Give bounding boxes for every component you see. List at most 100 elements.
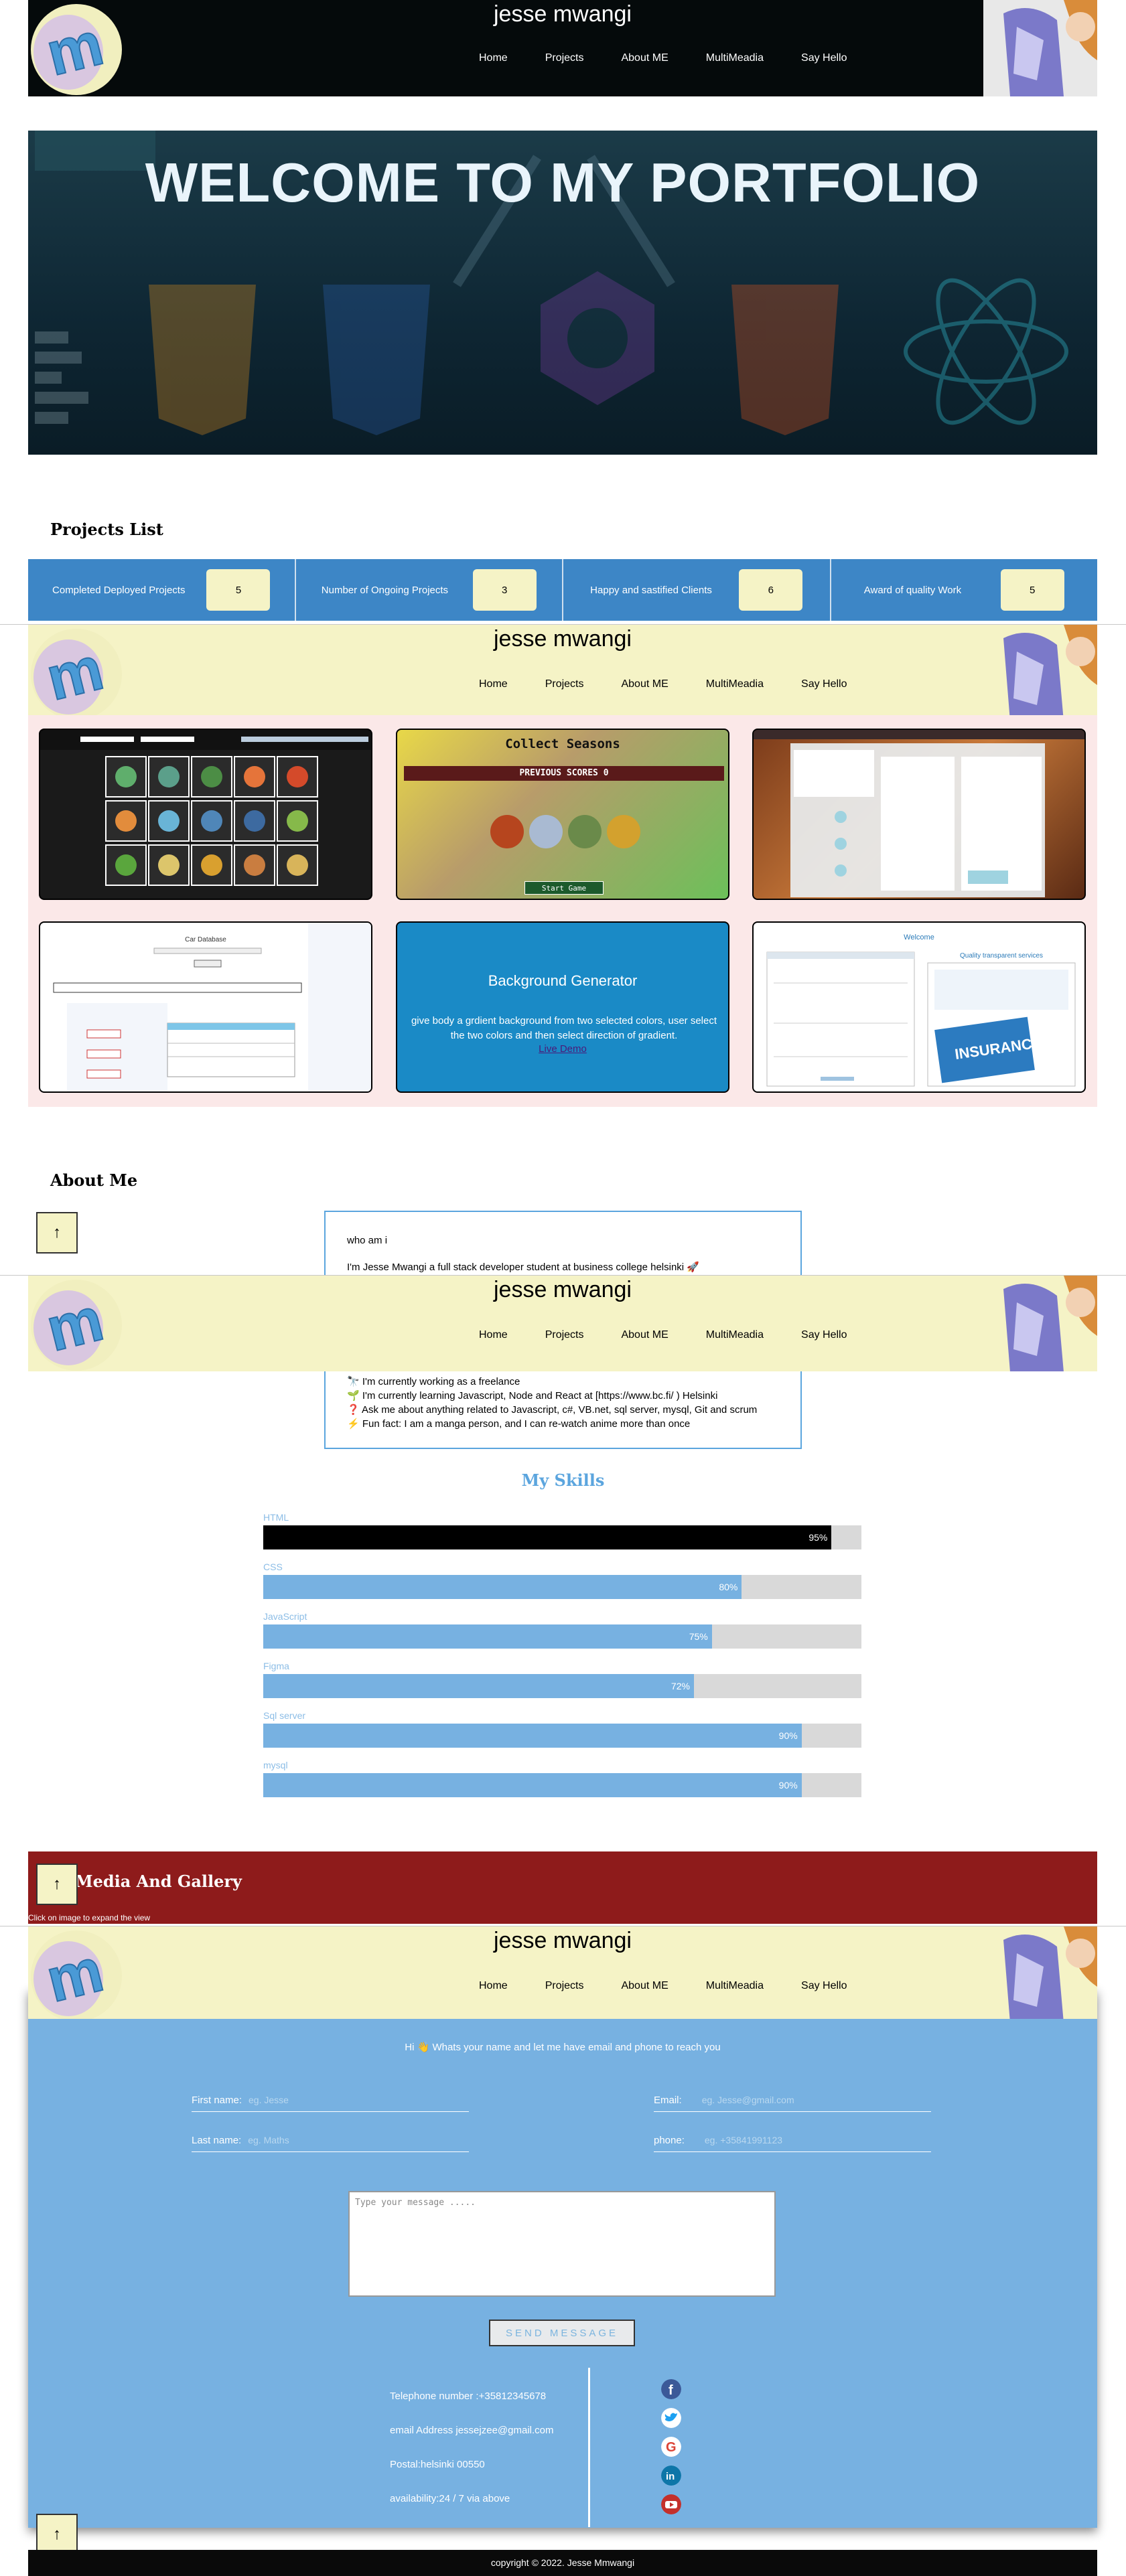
nav-say-hello[interactable]: Say Hello: [782, 1329, 865, 1341]
project-card-pizza[interactable]: [752, 729, 1086, 900]
live-demo-link[interactable]: Live Demo: [397, 1043, 728, 1055]
first-name-input[interactable]: eg. Jesse: [249, 2095, 289, 2105]
site-title: jesse mwangi: [494, 1928, 632, 1953]
nav-about[interactable]: About ME: [602, 1329, 687, 1341]
arrow-up-icon: ↑: [53, 1223, 61, 1241]
projects-heading: Projects List: [50, 520, 163, 539]
skill-fill: 90%: [263, 1773, 802, 1797]
about-heading: About Me: [50, 1170, 138, 1190]
svg-text:G: G: [666, 2440, 677, 2455]
stat-awards: Award of quality Work 5: [831, 559, 1098, 621]
stat-label: Number of Ongoing Projects: [321, 584, 449, 596]
skill-sql-server: Sql server 90%: [263, 1710, 861, 1748]
season-images: [490, 815, 640, 848]
list-item: 🔭 I'm currently working as a freelance: [347, 1376, 520, 1387]
media-heading: Media And Gallery: [75, 1872, 242, 1891]
skill-track: 72%: [263, 1674, 861, 1698]
skill-fill: 72%: [263, 1674, 694, 1698]
back-to-top-button[interactable]: ↑: [36, 1212, 78, 1254]
contact-email: email Address jessejzee@gmail.com: [390, 2425, 554, 2436]
list-item: 🌱 I'm currently learning Javascript, Nod…: [347, 1390, 718, 1401]
sticky-header: m jesse mwangi Home Projects About ME Mu…: [28, 1926, 1097, 2019]
stat-label: Happy and sastified Clients: [590, 584, 712, 596]
main-nav: Home Projects About ME MultiMeadia Say H…: [460, 1329, 866, 1341]
nav-say-hello[interactable]: Say Hello: [782, 1980, 865, 1992]
stat-ongoing: Number of Ongoing Projects 3: [296, 559, 563, 621]
project-card-background-generator[interactable]: Background Generator give body a grdient…: [396, 921, 729, 1093]
skill-track: 75%: [263, 1624, 861, 1649]
nav-multimedia[interactable]: MultiMeadia: [687, 678, 782, 690]
skill-javascript: JavaScript 75%: [263, 1611, 861, 1649]
twitter-icon[interactable]: [661, 2408, 681, 2428]
nav-home[interactable]: Home: [460, 1980, 526, 1992]
nav-multimedia[interactable]: MultiMeadia: [687, 1329, 782, 1341]
skill-name: mysql: [263, 1760, 288, 1770]
contact-divider: [588, 2368, 590, 2527]
skill-name: JavaScript: [263, 1611, 307, 1622]
mascot-image: [983, 0, 1097, 96]
nav-projects[interactable]: Projects: [526, 1329, 603, 1341]
nav-home[interactable]: Home: [460, 52, 526, 64]
nav-projects[interactable]: Projects: [526, 52, 603, 64]
nav-about[interactable]: About ME: [602, 678, 687, 690]
stat-label: Award of quality Work: [863, 584, 962, 596]
skill-html: HTML 95%: [263, 1512, 861, 1549]
skill-name: Sql server: [263, 1710, 306, 1721]
stat-label: Completed Deployed Projects: [52, 584, 186, 596]
insurance-services: Quality transparent services: [960, 952, 1043, 960]
phone-label: phone:: [654, 2135, 685, 2146]
last-name-input[interactable]: eg. Maths: [248, 2135, 289, 2145]
project-card-pokemon[interactable]: [39, 729, 372, 900]
facebook-icon[interactable]: f: [661, 2379, 681, 2399]
project-card-car-database[interactable]: Car Database: [39, 921, 372, 1093]
skill-name: CSS: [263, 1562, 283, 1572]
first-name-field[interactable]: First name: eg. Jesse: [192, 2095, 469, 2112]
nav-projects[interactable]: Projects: [526, 1980, 603, 1992]
project-screenshot: [53, 923, 371, 1091]
about-intro: I'm Jesse Mwangi a full stack developer …: [347, 1262, 699, 1273]
youtube-icon[interactable]: [661, 2494, 681, 2514]
nav-say-hello[interactable]: Say Hello: [782, 52, 865, 64]
stat-value: 5: [206, 569, 271, 611]
linkedin-icon[interactable]: in: [661, 2466, 681, 2486]
last-name-field[interactable]: Last name: eg. Maths: [192, 2135, 469, 2152]
project-card-collect-seasons[interactable]: Collect Seasons PREVIOUS SCORES 0 Start …: [396, 729, 729, 900]
car-db-title: Car Database: [185, 936, 226, 943]
back-to-top-button[interactable]: ↑: [36, 1864, 78, 1905]
site-header: m jesse mwangi Home Projects About ME Mu…: [28, 0, 1097, 96]
nav-about[interactable]: About ME: [602, 52, 687, 64]
main-nav: Home Projects About ME MultiMeadia Say H…: [460, 52, 866, 64]
email-field[interactable]: Email: eg. Jesse@gmail.com: [654, 2095, 931, 2112]
skill-track: 80%: [263, 1575, 861, 1599]
start-game-button[interactable]: Start Game: [524, 881, 604, 895]
nav-home[interactable]: Home: [460, 678, 526, 690]
nav-projects[interactable]: Projects: [526, 678, 603, 690]
media-section: Media And Gallery: [28, 1851, 1097, 1924]
phone-field[interactable]: phone: eg. +35841991123: [654, 2135, 931, 2152]
nav-home[interactable]: Home: [460, 1329, 526, 1341]
project-card-insurance[interactable]: Welcome Quality transparent services INS…: [752, 921, 1086, 1093]
stats-bar: Completed Deployed Projects 5 Number of …: [28, 559, 1097, 621]
contact-postal: Postal:helsinki 00550: [390, 2459, 485, 2470]
bg-generator-title: Background Generator: [488, 972, 638, 989]
nav-multimedia[interactable]: MultiMeadia: [687, 1980, 782, 1992]
email-input[interactable]: eg. Jesse@gmail.com: [702, 2095, 794, 2105]
about-list: 🔭 I'm currently working as a freelance 🌱…: [347, 1375, 757, 1431]
about-who: who am i: [347, 1235, 388, 1246]
send-message-button[interactable]: SEND MESSAGE: [489, 2320, 635, 2346]
skill-name: HTML: [263, 1512, 289, 1523]
contact-section: Hi 👋 Whats your name and let me have ema…: [28, 1989, 1097, 2528]
skill-track: 90%: [263, 1724, 861, 1748]
mascot-image: [983, 1926, 1097, 2019]
list-item: ❓ Ask me about anything related to Javas…: [347, 1404, 758, 1416]
nav-say-hello[interactable]: Say Hello: [782, 678, 865, 690]
google-icon[interactable]: G: [661, 2437, 681, 2457]
project-screenshot: [40, 730, 371, 886]
message-textarea[interactable]: Type your message .....: [348, 2191, 776, 2297]
phone-input[interactable]: eg. +35841991123: [705, 2135, 782, 2145]
back-to-top-button[interactable]: ↑: [36, 2514, 78, 2555]
skill-figma: Figma 72%: [263, 1661, 861, 1698]
nav-about[interactable]: About ME: [602, 1980, 687, 1992]
nav-multimedia[interactable]: MultiMeadia: [687, 52, 782, 64]
insurance-welcome: Welcome: [904, 933, 934, 941]
